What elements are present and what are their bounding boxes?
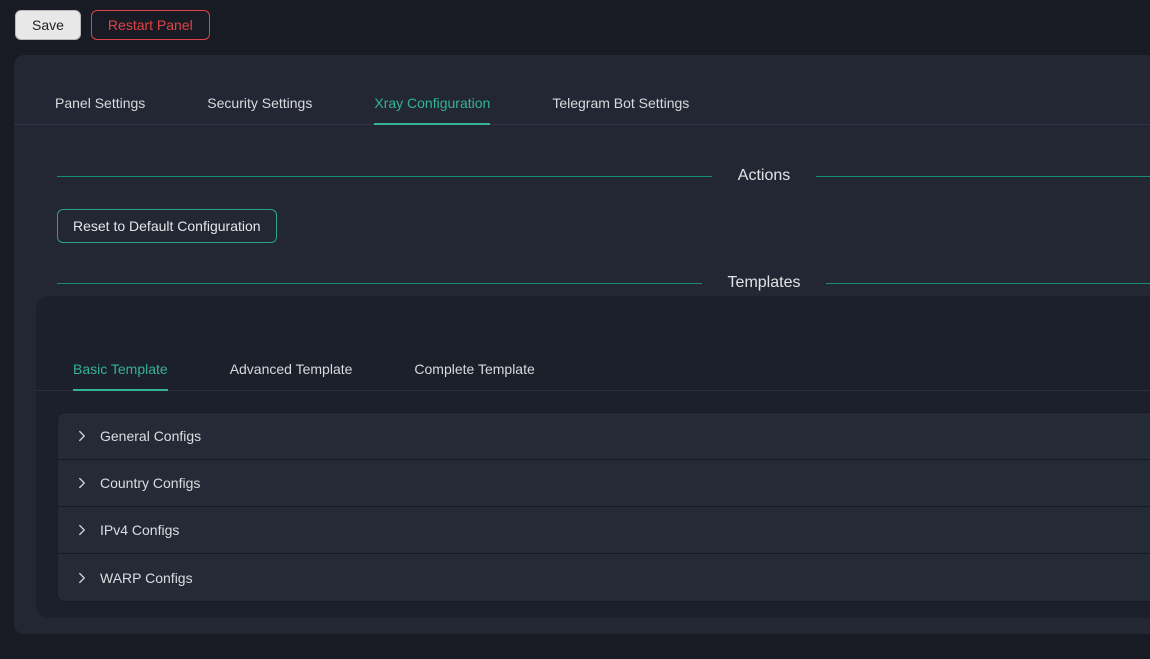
collapse-row-country-configs[interactable]: Country Configs	[58, 460, 1150, 507]
chevron-right-icon	[76, 524, 88, 536]
restart-panel-button[interactable]: Restart Panel	[91, 10, 210, 40]
templates-divider-label: Templates	[728, 274, 801, 292]
collapse-row-label: WARP Configs	[100, 570, 193, 586]
chevron-right-icon	[76, 430, 88, 442]
settings-tab-bar: Panel Settings Security Settings Xray Co…	[14, 83, 1150, 125]
collapse-row-general-configs[interactable]: General Configs	[58, 413, 1150, 460]
collapse-row-label: General Configs	[100, 428, 201, 444]
tab-xray-configuration[interactable]: Xray Configuration	[374, 83, 490, 124]
actions-divider-label: Actions	[738, 167, 790, 185]
save-button[interactable]: Save	[15, 10, 81, 40]
collapse-row-label: IPv4 Configs	[100, 522, 179, 538]
templates-tab-bar: Basic Template Advanced Template Complet…	[36, 351, 1150, 391]
settings-card: Panel Settings Security Settings Xray Co…	[14, 55, 1150, 634]
tab-complete-template[interactable]: Complete Template	[414, 351, 534, 390]
collapse-row-warp-configs[interactable]: WARP Configs	[58, 554, 1150, 601]
topbar: Save Restart Panel	[0, 0, 1150, 50]
tab-advanced-template[interactable]: Advanced Template	[230, 351, 353, 390]
collapse-row-ipv4-configs[interactable]: IPv4 Configs	[58, 507, 1150, 554]
template-config-collapse: General Configs Country Configs IPv4 Con…	[57, 412, 1150, 602]
tab-basic-template[interactable]: Basic Template	[73, 351, 168, 390]
chevron-right-icon	[76, 477, 88, 489]
reset-default-config-button[interactable]: Reset to Default Configuration	[57, 209, 277, 243]
actions-divider: Actions	[14, 167, 1150, 185]
tab-telegram-bot-settings[interactable]: Telegram Bot Settings	[552, 83, 689, 124]
chevron-right-icon	[76, 572, 88, 584]
tab-panel-settings[interactable]: Panel Settings	[55, 83, 145, 124]
tab-security-settings[interactable]: Security Settings	[207, 83, 312, 124]
templates-divider: Templates	[14, 274, 1150, 292]
templates-card: Basic Template Advanced Template Complet…	[36, 296, 1150, 618]
collapse-row-label: Country Configs	[100, 475, 200, 491]
